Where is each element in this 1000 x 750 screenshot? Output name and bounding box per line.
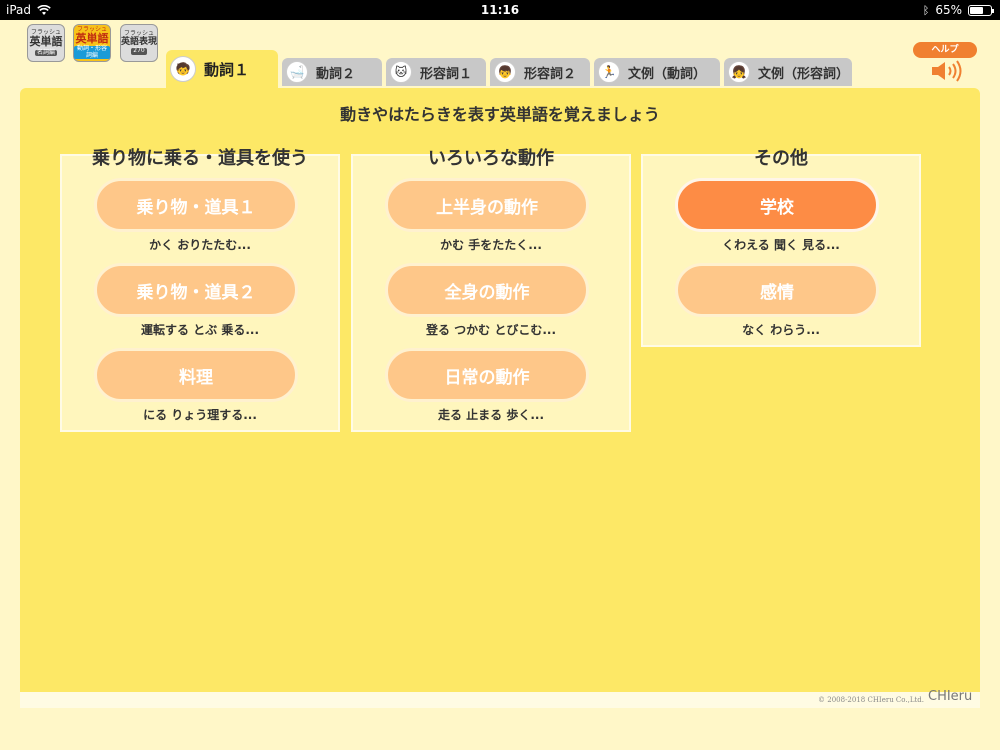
student-icon: 🧒 (170, 56, 196, 82)
section-title: その他 (754, 148, 808, 169)
person-icon: 👦 (494, 61, 516, 83)
section-various-actions: いろいろな動作 上半身の動作 かむ 手をたたく... 全身の動作 登る つかむ … (351, 148, 631, 432)
topic-button-vehicles-tools-1[interactable]: 乗り物・道具１ (94, 178, 298, 232)
tab-example-verb[interactable]: 🏃 文例（動詞） (594, 58, 720, 86)
topic-desc: 運転する とぶ 乗る... (140, 323, 260, 337)
app-icon-noun[interactable]: フラッシュ 英単語 名詞編 (27, 24, 65, 62)
topic-desc: 登る つかむ とびこむ... (425, 323, 557, 337)
bluetooth-icon: ᛒ (922, 3, 930, 17)
section-title: いろいろな動作 (428, 148, 554, 169)
topic-desc: かく おりたたむ... (149, 238, 251, 252)
topic-button-whole-body[interactable]: 全身の動作 (385, 263, 589, 317)
tab-example-adjective[interactable]: 👧 文例（形容詞） (724, 58, 852, 86)
app-icon-expressions[interactable]: フラッシュ 英語表現 270 (120, 24, 158, 62)
runner-icon: 🏃 (598, 61, 620, 83)
topic-desc: かむ 手をたたく... (440, 238, 542, 252)
app-icon-verb-adjective[interactable]: フラッシュ 英単語 動詞・形容詞編 (73, 24, 111, 62)
section-vehicles-tools: 乗り物に乗る・道具を使う 乗り物・道具１ かく おりたたむ... 乗り物・道具２… (60, 148, 340, 432)
tab-verb-2[interactable]: 🛁 動詞２ (282, 58, 382, 86)
clock: 11:16 (480, 3, 520, 17)
help-button[interactable]: ヘルプ (913, 42, 977, 58)
topic-button-daily[interactable]: 日常の動作 (385, 348, 589, 402)
bath-icon: 🛁 (286, 61, 308, 83)
topic-desc: 走る 止まる 歩く... (437, 408, 545, 422)
tab-adjective-2[interactable]: 👦 形容詞２ (490, 58, 590, 86)
status-bar: iPad 11:16 ᛒ 65% (0, 0, 1000, 20)
battery-icon (968, 4, 994, 16)
tab-adjective-1[interactable]: 🐱 形容詞１ (386, 58, 486, 86)
topic-desc: なく わらう... (742, 323, 820, 337)
character-icon: 🐱 (390, 61, 412, 83)
topic-button-upper-body[interactable]: 上半身の動作 (385, 178, 589, 232)
page-title: 動きやはたらきを表す英単語を覚えましょう (340, 105, 660, 124)
topic-button-school[interactable]: 学校 (675, 178, 879, 232)
company-logo: CHIeru (928, 689, 973, 704)
topic-desc: にる りょう理する... (143, 408, 257, 422)
topic-button-vehicles-tools-2[interactable]: 乗り物・道具２ (94, 263, 298, 317)
topic-button-cooking[interactable]: 料理 (94, 348, 298, 402)
topic-button-emotions[interactable]: 感情 (675, 263, 879, 317)
girl-icon: 👧 (728, 61, 750, 83)
section-title: 乗り物に乗る・道具を使う (92, 148, 308, 169)
topic-desc: くわえる 聞く 見る... (722, 238, 840, 252)
section-other: その他 学校 くわえる 聞く 見る... 感情 なく わらう... (641, 148, 921, 347)
tab-verb-1[interactable]: 🧒 動詞１ (166, 50, 278, 88)
speaker-icon[interactable] (930, 60, 964, 82)
battery-percent: 65% (935, 3, 962, 17)
copyright: © 2008-2018 CHIeru Co.,Ltd. (818, 696, 924, 704)
